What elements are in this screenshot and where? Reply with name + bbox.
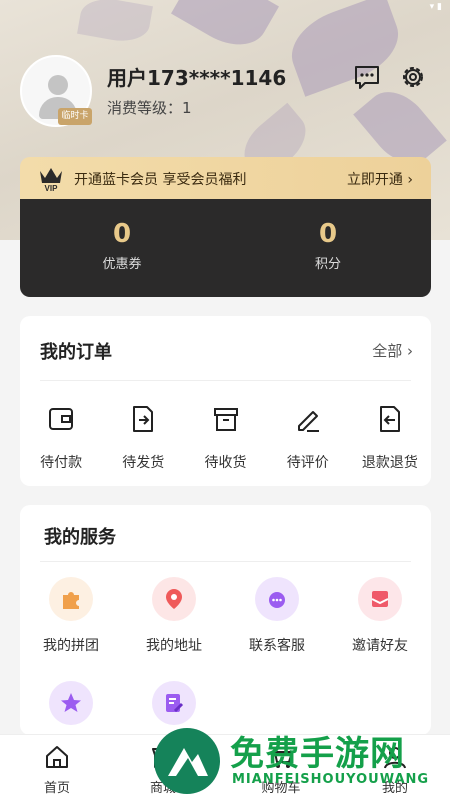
status-icons: ▾ ▮ (429, 2, 442, 12)
order-status-label: 待收货 (204, 455, 247, 471)
box-icon (213, 408, 238, 431)
vip-label: VIP (45, 184, 59, 193)
services-title: 我的服务 (44, 527, 116, 548)
watermark-title: 免费手游网 (230, 734, 405, 774)
site-watermark: 免费手游网 MIANFEISHOUYOUWANG (150, 722, 450, 800)
tab-label: 首页 (43, 781, 70, 796)
order-status-label: 待评价 (286, 455, 329, 471)
star-icon (61, 693, 81, 712)
points-label: 积分 (314, 257, 341, 272)
puzzle-icon (63, 592, 79, 609)
order-refund-return[interactable]: 退款退货 (349, 404, 431, 472)
order-pending-review[interactable]: 待评价 (267, 404, 349, 472)
decor-leaf (281, 0, 409, 97)
refund-icon (379, 406, 400, 432)
gear-icon (403, 67, 423, 87)
asset-panel: 0 优惠券 0 积分 (20, 199, 431, 297)
divider (40, 380, 411, 381)
service-icon-bg (152, 681, 196, 725)
service-icon-bg (49, 577, 93, 621)
status-bar: ▾ ▮ (0, 0, 450, 14)
pen-icon (297, 411, 319, 432)
ship-out-icon (133, 406, 154, 432)
services-card: 我的服务 我的拼团 我的地址 联系客服 邀请好友 (20, 505, 431, 735)
order-pending-payment[interactable]: 待付款 (20, 404, 102, 472)
orders-card: 我的订单 全部 › 待付款 待发货 待收货 待评价 退款退货 (20, 316, 431, 486)
service-icon-bg (152, 577, 196, 621)
divider (40, 561, 411, 562)
chevron-right-icon: › (407, 342, 413, 360)
location-pin-icon (166, 589, 182, 609)
orders-all-link[interactable]: 全部 › (372, 340, 413, 361)
service-label: 我的地址 (146, 638, 202, 654)
consumption-level: 消费等级：1 (107, 99, 192, 117)
orders-all-label: 全部 (372, 342, 403, 360)
tab-home[interactable]: 首页 (12, 743, 102, 796)
order-status-label: 退款退货 (361, 455, 418, 471)
service-label: 邀请好友 (352, 638, 408, 654)
service-group-buy[interactable]: 我的拼团 (21, 577, 121, 655)
member-card-badge: 临时卡 (58, 108, 92, 125)
vip-promo-text: 开通蓝卡会员 享受会员福利 (74, 172, 247, 188)
coupon-count: 0 (112, 219, 132, 249)
coupon-stat[interactable]: 0 优惠券 (22, 219, 222, 272)
service-icon-bg (255, 577, 299, 621)
crown-icon: VIP (40, 168, 62, 193)
username: 用户173****1146 (107, 66, 287, 90)
envelope-icon (371, 591, 389, 607)
watermark-logo (154, 728, 220, 794)
order-status-label: 待付款 (40, 455, 83, 471)
order-status-label: 待发货 (122, 455, 165, 471)
order-status-row: 待付款 待发货 待收货 待评价 退款退货 (20, 404, 431, 472)
message-button[interactable] (352, 62, 382, 92)
edit-note-icon (166, 694, 184, 713)
vip-open-label: 立即开通 (346, 172, 403, 188)
vip-banner[interactable]: VIP 开通蓝卡会员 享受会员福利 立即开通 › (20, 157, 431, 199)
service-address[interactable]: 我的地址 (124, 577, 224, 655)
vip-open-link[interactable]: 立即开通 › (347, 169, 413, 189)
service-invite-friends[interactable]: 邀请好友 (330, 577, 430, 655)
service-icon-bg (49, 681, 93, 725)
coupon-label: 优惠券 (102, 257, 142, 272)
avatar-head (48, 75, 68, 95)
home-icon (46, 746, 68, 768)
order-pending-receipt[interactable]: 待收货 (184, 404, 266, 472)
settings-button[interactable] (398, 62, 428, 92)
service-favorites[interactable] (21, 681, 121, 739)
order-pending-shipment[interactable]: 待发货 (102, 404, 184, 472)
wallet-icon (49, 408, 74, 430)
points-count: 0 (318, 219, 338, 249)
chat-icon (355, 66, 379, 89)
chevron-right-icon: › (407, 172, 413, 188)
service-label: 联系客服 (249, 638, 305, 654)
orders-title: 我的订单 (40, 342, 112, 363)
headset-icon (269, 592, 285, 608)
service-customer-support[interactable]: 联系客服 (227, 577, 327, 655)
service-icon-bg (358, 577, 402, 621)
service-label: 我的拼团 (43, 638, 99, 654)
points-stat[interactable]: 0 积分 (228, 219, 428, 272)
watermark-subtitle: MIANFEISHOUYOUWANG (232, 772, 430, 787)
mountain-logo-icon (168, 748, 208, 776)
